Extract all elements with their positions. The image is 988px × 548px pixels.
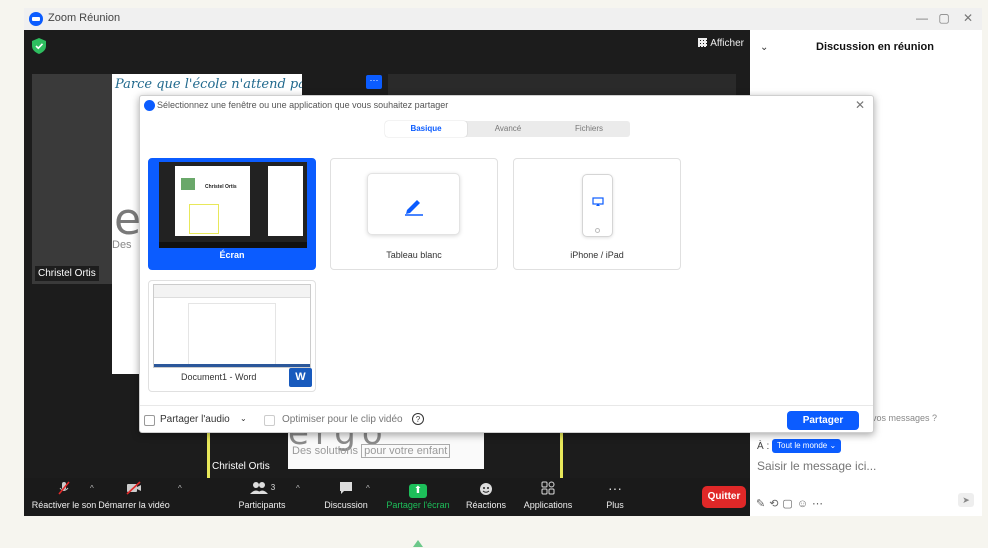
minimize-button[interactable]: — xyxy=(912,11,932,25)
more-button[interactable]: ··· Plus xyxy=(597,480,633,510)
screen-thumbnail: Christel Ortis xyxy=(159,162,307,248)
window-title: Zoom Réunion xyxy=(48,12,121,24)
zoom-logo-icon xyxy=(29,12,43,26)
share-option-whiteboard[interactable]: Tableau blanc xyxy=(330,158,498,270)
close-icon[interactable]: ✕ xyxy=(855,98,865,112)
help-icon[interactable]: ? xyxy=(412,413,424,425)
chat-tool-icons[interactable]: ✎⟲▢☺⋯ xyxy=(756,497,827,510)
word-app-icon: W xyxy=(289,368,312,387)
unmute-label: Réactiver le son xyxy=(31,500,97,510)
unmute-button[interactable]: Réactiver le son xyxy=(29,480,99,510)
more-options-button[interactable]: ··· xyxy=(366,75,382,89)
send-icon[interactable]: ➤ xyxy=(958,493,974,507)
thumbnail-name: Christel Ortis xyxy=(205,184,237,190)
word-page xyxy=(188,303,276,365)
share-dialog: Sélectionnez une fenêtre ou une applicat… xyxy=(139,95,874,433)
apps-icon xyxy=(518,480,578,496)
thumbnail-toolbar xyxy=(159,242,307,248)
share-screen-icon: ⬆ xyxy=(381,480,455,498)
video-caret-icon[interactable]: ^ xyxy=(178,484,182,493)
quit-button[interactable]: Quitter xyxy=(702,486,746,508)
ergo-logo-fragment: e xyxy=(114,194,142,245)
dialog-title: Sélectionnez une fenêtre ou une applicat… xyxy=(157,100,449,110)
participants-button[interactable]: 3 Participants xyxy=(229,480,295,510)
participants-icon: 3 xyxy=(229,480,295,496)
maximize-button[interactable]: ▢ xyxy=(934,11,954,25)
audio-options-chevron-icon[interactable]: ⌄ xyxy=(240,414,247,423)
dialog-footer: Partager l'audio ⌄ Optimiser pour le cli… xyxy=(140,405,873,434)
tagline-part-2: pour votre enfant xyxy=(361,444,451,458)
word-thumbnail xyxy=(153,284,311,368)
more-label: Plus xyxy=(606,500,624,510)
tab-basique[interactable]: Basique xyxy=(385,121,467,137)
word-status-bar xyxy=(154,364,310,367)
tab-fichiers[interactable]: Fichiers xyxy=(548,121,630,137)
share-screen-label: Partager l'écran xyxy=(386,500,450,510)
optimize-video-label: Optimiser pour le clip vidéo xyxy=(282,414,403,425)
self-view-content: ergo Des solutions pour votre enfant xyxy=(288,431,484,469)
participant-tile[interactable] xyxy=(32,74,112,284)
reactions-button[interactable]: Réactions xyxy=(460,480,512,510)
thumbnail-selfview xyxy=(189,204,219,234)
tagline-part-1: Des solutions xyxy=(292,445,359,457)
chat-label: Discussion xyxy=(324,500,368,510)
recipient-dropdown[interactable]: Tout le monde ⌄ xyxy=(772,439,842,453)
apps-button[interactable]: Applications xyxy=(518,480,578,510)
grid-icon xyxy=(698,38,708,47)
chat-title: Discussion en réunion xyxy=(816,41,934,53)
tab-avance[interactable]: Avancé xyxy=(467,121,549,137)
security-shield-icon[interactable] xyxy=(32,38,46,54)
ergo-tagline: Des solutions pour votre enfant xyxy=(292,444,451,458)
option-label-iphone-ipad: iPhone / iPad xyxy=(570,250,624,260)
whiteboard-card xyxy=(367,173,460,235)
green-arrow-icon xyxy=(413,540,423,547)
thumbnail-chat xyxy=(268,166,303,236)
share-screen-button[interactable]: ⬆ Partager l'écran xyxy=(381,480,455,510)
start-video-label: Démarrer la vidéo xyxy=(98,500,170,510)
reactions-label: Réactions xyxy=(465,500,507,510)
option-label-whiteboard: Tableau blanc xyxy=(386,250,442,260)
option-label-screen: Écran xyxy=(219,250,245,260)
share-option-screen[interactable]: Christel Ortis Écran xyxy=(148,158,316,270)
share-audio-label: Partager l'audio xyxy=(160,414,230,425)
chat-caret-icon[interactable]: ^ xyxy=(366,484,370,493)
share-audio-checkbox[interactable] xyxy=(144,415,155,426)
word-ribbon xyxy=(154,285,310,298)
home-button-icon xyxy=(595,228,600,233)
muted-mic-icon xyxy=(29,480,99,496)
chat-hint: vos messages ? xyxy=(872,413,938,423)
self-name-label: Christel Ortis xyxy=(212,461,270,472)
chat-message-input[interactable] xyxy=(757,459,967,473)
thumbnail-image xyxy=(181,178,195,190)
participants-label: Participants xyxy=(238,500,286,510)
share-option-word[interactable]: Document1 - Word W xyxy=(148,280,316,392)
zoom-logo-icon xyxy=(144,100,155,111)
title-bar: Zoom Réunion — ▢ ✕ xyxy=(24,8,982,30)
video-off-icon xyxy=(94,480,174,496)
chevron-down-icon[interactable]: ⌄ xyxy=(760,42,768,53)
view-button-label: Afficher xyxy=(710,38,744,49)
optimize-video-checkbox[interactable] xyxy=(264,415,275,426)
view-button[interactable]: Afficher xyxy=(698,38,744,49)
reactions-icon xyxy=(460,480,512,496)
meeting-toolbar: Réactiver le son ^ Démarrer la vidéo ^ 3… xyxy=(24,478,750,516)
shared-headline: Parce que l'école n'attend pas xyxy=(115,77,302,92)
participants-caret-icon[interactable]: ^ xyxy=(296,484,300,493)
airplay-icon xyxy=(592,197,604,206)
start-video-button[interactable]: Démarrer la vidéo xyxy=(94,480,174,510)
share-tabs: Basique Avancé Fichiers xyxy=(385,121,630,137)
share-option-iphone-ipad[interactable]: iPhone / iPad xyxy=(513,158,681,270)
self-view-tile[interactable]: ergo Des solutions pour votre enfant Chr… xyxy=(207,430,563,482)
chat-to-label: À : xyxy=(757,441,770,452)
recipient-label: Tout le monde xyxy=(777,441,828,450)
pencil-icon xyxy=(405,200,423,216)
participant-count: 3 xyxy=(270,483,276,492)
tagline-fragment: Des xyxy=(112,239,132,251)
share-button[interactable]: Partager xyxy=(787,411,859,430)
participant-name-label: Christel Ortis xyxy=(35,266,99,281)
close-window-button[interactable]: ✕ xyxy=(958,11,978,25)
ipad-card xyxy=(582,174,613,237)
apps-label: Applications xyxy=(523,500,573,510)
more-icon: ··· xyxy=(608,480,622,496)
